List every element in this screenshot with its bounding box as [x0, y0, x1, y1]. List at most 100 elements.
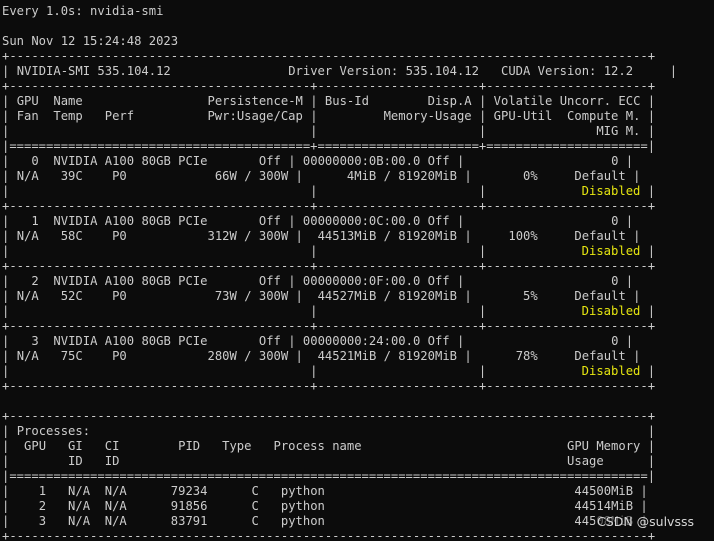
gpu-row-0-line-3: | | | Disabled |: [2, 184, 656, 198]
process-gi: N/A: [68, 514, 91, 528]
gpu-util: 100%: [508, 229, 538, 243]
gpu-persistence: Off: [258, 214, 281, 228]
nvidia-smi-version: NVIDIA-SMI 535.104.12: [16, 64, 171, 78]
watch-command: Every 1.0s: nvidia-smi: [2, 4, 714, 19]
col-volatile-ecc: Volatile Uncorr. ECC: [493, 94, 641, 108]
gpu-perf: P0: [112, 289, 127, 303]
process-gi: N/A: [68, 499, 91, 513]
watch-command-text: Every 1.0s: nvidia-smi: [2, 4, 164, 18]
gpu-ecc: 0: [611, 334, 619, 348]
gpu-persistence: Off: [258, 274, 281, 288]
process-gpu: 3: [38, 514, 47, 528]
gpu-name: NVIDIA A100 80GB PCIe: [53, 154, 208, 168]
gpu-bus-id: 00000000:0F:00.0 Off: [302, 274, 450, 288]
gpu-row-1-separator: +---------------------------------------…: [2, 259, 656, 273]
gpu-mig-mode: Disabled: [581, 184, 641, 198]
csdn-watermark: CSDN @sulvsss: [595, 514, 696, 530]
gpu-compute-mode: Default: [574, 289, 626, 303]
processes-header-usage: Usage: [567, 454, 604, 468]
col-memory-usage: Memory-Usage: [383, 109, 472, 123]
gpu-power: 312W / 300W: [207, 229, 289, 243]
gpu-ecc: 0: [611, 214, 619, 228]
gpu-row-3-separator: +---------------------------------------…: [2, 379, 656, 393]
gpu-perf: P0: [112, 169, 127, 183]
process-type: C: [251, 514, 259, 528]
processes-header-2: | ID ID Usage |: [2, 454, 656, 468]
process-name: python: [280, 499, 325, 513]
gpu-util: 0%: [523, 169, 538, 183]
gpu-compute-mode: Default: [574, 349, 626, 363]
gpu-power: 280W / 300W: [207, 349, 289, 363]
processes-header-gpu-memory: GPU Memory: [567, 439, 641, 453]
process-name: python: [280, 514, 325, 528]
gpu-mig-mode: Disabled: [581, 364, 641, 378]
gpu-row-2-line-1: | 2 NVIDIA A100 80GB PCIe Off | 00000000…: [2, 274, 634, 288]
driver-version: Driver Version: 535.104.12: [288, 64, 479, 78]
gpu-compute-mode: Default: [574, 229, 626, 243]
process-gpu-memory: 44514MiB: [574, 499, 634, 513]
gpu-index: 0: [31, 154, 39, 168]
gpu-memory: 4MiB / 81920MiB: [346, 169, 457, 183]
terminal-window[interactable]: Every 1.0s: nvidia-smi Sun Nov 12 15:24:4…: [0, 0, 714, 541]
gpu-row-1-line-1: | 1 NVIDIA A100 80GB PCIe Off | 00000000…: [2, 214, 634, 228]
gpu-row-1-line-3: | | | Disabled |: [2, 244, 656, 258]
process-gpu: 1: [38, 484, 47, 498]
processes-title-text: Processes:: [16, 424, 91, 438]
col-bus-disp: Bus-Id Disp.A: [324, 94, 472, 108]
gpu-compute-mode: Default: [574, 169, 626, 183]
processes-bottom-border: +---------------------------------------…: [2, 529, 656, 541]
timestamp-text: Sun Nov 12 15:24:48 2023: [2, 34, 179, 48]
gpu-persistence: Off: [258, 334, 281, 348]
gpu-index: 1: [31, 214, 39, 228]
gpu-persistence: Off: [258, 154, 281, 168]
processes-top-border: +---------------------------------------…: [2, 409, 656, 423]
processes-header-columns: GPU GI CI PID Type Process name: [24, 439, 362, 453]
gpu-perf: P0: [112, 349, 127, 363]
column-header-1: | GPU Name Persistence-M | Bus-Id Disp.A…: [2, 94, 656, 108]
process-gpu-memory: 44500MiB: [574, 484, 634, 498]
process-gi: N/A: [68, 484, 91, 498]
gpu-fan: N/A: [16, 349, 39, 363]
processes-header-1: | GPU GI CI PID Type Process name GPU Me…: [2, 439, 656, 453]
gpu-index: 3: [31, 334, 39, 348]
process-pid: 91856: [170, 499, 208, 513]
col-power: Pwr:Usage/Cap: [207, 109, 303, 123]
gpu-fan: N/A: [16, 229, 39, 243]
column-header-2: | Fan Temp Perf Pwr:Usage/Cap | Memory-U…: [2, 109, 656, 123]
gpu-bus-id: 00000000:0B:00.0 Off: [302, 154, 450, 168]
gpu-name: NVIDIA A100 80GB PCIe: [53, 334, 208, 348]
gpu-memory: 44527MiB / 81920MiB: [317, 289, 457, 303]
gpu-fan: N/A: [16, 169, 39, 183]
gpu-name: NVIDIA A100 80GB PCIe: [53, 214, 208, 228]
gpu-row-2-separator: +---------------------------------------…: [2, 319, 656, 333]
gpu-power: 73W / 300W: [214, 289, 289, 303]
process-ci: N/A: [104, 484, 127, 498]
gpu-bus-id: 00000000:24:00.0 Off: [302, 334, 450, 348]
gpu-temp: 58C: [60, 229, 83, 243]
gpu-power: 66W / 300W: [214, 169, 289, 183]
process-name: python: [280, 484, 325, 498]
gpu-row-3-line-1: | 3 NVIDIA A100 80GB PCIe Off | 00000000…: [2, 334, 634, 348]
gpu-row-2-line-3: | | | Disabled |: [2, 304, 656, 318]
header-separator: +---------------------------------------…: [2, 79, 656, 93]
column-header-3: | | | MIG M. |: [2, 124, 656, 138]
top-border: +---------------------------------------…: [2, 49, 656, 63]
gpu-ecc: 0: [611, 274, 619, 288]
gpu-mig-mode: Disabled: [581, 244, 641, 258]
gpu-util: 78%: [515, 349, 538, 363]
gpu-ecc: 0: [611, 154, 619, 168]
processes-separator: |=======================================…: [2, 469, 656, 483]
process-pid: 83791: [170, 514, 208, 528]
gpu-mig-mode: Disabled: [581, 304, 641, 318]
watch-timestamp: Sun Nov 12 15:24:48 2023: [2, 34, 714, 49]
column-header-separator: |=======================================…: [2, 139, 656, 153]
gpu-row-3-line-2: | N/A 75C P0 280W / 300W | 44521MiB / 81…: [2, 349, 641, 363]
col-persistence: Persistence-M: [207, 94, 303, 108]
gpu-fan: N/A: [16, 289, 39, 303]
gpu-name: NVIDIA A100 80GB PCIe: [53, 274, 208, 288]
processes-title: | Processes: |: [2, 424, 656, 438]
gpu-memory: 44521MiB / 81920MiB: [317, 349, 457, 363]
cuda-version: CUDA Version: 12.2: [500, 64, 634, 78]
